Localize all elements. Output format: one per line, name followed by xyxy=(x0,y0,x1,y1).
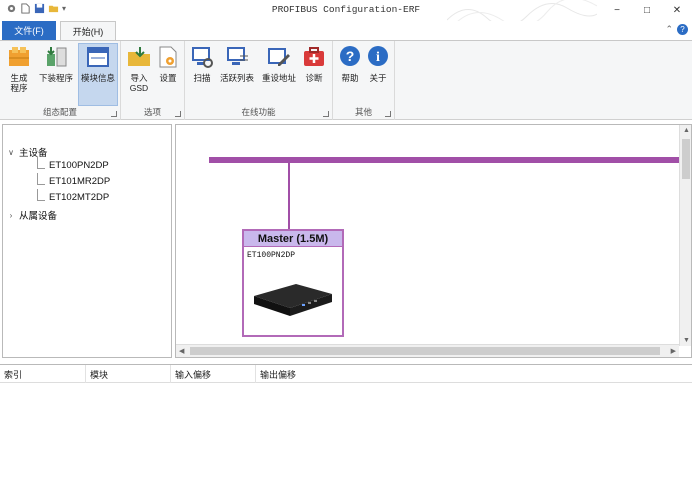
help-circle-icon[interactable]: ? xyxy=(677,24,688,35)
active-list-button[interactable]: 活跃列表 xyxy=(217,44,257,83)
module-info-label: 模块信息 xyxy=(80,73,115,83)
active-list-label: 活跃列表 xyxy=(219,73,254,83)
help-button[interactable]: ? 帮助 xyxy=(337,44,363,83)
group-launcher-other[interactable] xyxy=(385,111,391,117)
profibus-line xyxy=(209,157,679,163)
import-gsd-button[interactable]: 导入 GSD xyxy=(125,44,153,93)
generate-program-button[interactable]: 生成 程序 xyxy=(4,44,34,93)
download-program-icon xyxy=(47,47,67,67)
diagnose-button[interactable]: 诊断 xyxy=(301,44,327,83)
module-info-icon xyxy=(87,47,109,67)
import-gsd-label: 导入 GSD xyxy=(129,73,149,93)
generate-program-icon xyxy=(9,47,29,66)
device-image-icon xyxy=(254,284,332,316)
column-header-module[interactable]: 模块 xyxy=(86,365,171,383)
master-device-box[interactable]: Master (1.5M) ET100PN2DP xyxy=(242,229,344,337)
scroll-left-icon[interactable]: ◀ xyxy=(179,347,184,355)
settings-button[interactable]: 设置 xyxy=(155,44,181,83)
tree-node-slave[interactable]: › 从属设备 xyxy=(7,208,58,223)
device-tree: ∨ 主设备 ET100PN2DP ET101MR2DP ET102MT2DP ›… xyxy=(2,124,172,358)
collapse-chevron-icon[interactable]: › xyxy=(7,211,15,220)
master-device-name: ET100PN2DP xyxy=(247,251,296,260)
download-program-button[interactable]: 下装程序 xyxy=(36,44,76,83)
ribbon: 生成 程序 下装程序 模块信息 组态配置 导入 GSD 设置 选项 扫描 活跃列… xyxy=(0,40,692,120)
about-icon: i xyxy=(368,46,388,66)
module-info-button[interactable]: 模块信息 xyxy=(78,43,118,106)
scan-button[interactable]: 扫描 xyxy=(189,44,215,83)
scroll-right-icon[interactable]: ▶ xyxy=(671,347,676,355)
canvas-vertical-scrollbar[interactable]: ▲ ▼ xyxy=(679,125,691,346)
active-list-icon xyxy=(227,47,248,65)
tab-file[interactable]: 文件(F) xyxy=(2,21,56,40)
network-canvas[interactable]: Master (1.5M) ET100PN2DP ▲ ▼ ◀ ▶ xyxy=(175,124,692,358)
help-icon: ? xyxy=(340,46,360,66)
column-header-input-offset[interactable]: 输入偏移 xyxy=(171,365,256,383)
import-gsd-icon xyxy=(128,47,150,66)
canvas-horizontal-scrollbar[interactable]: ◀ ▶ xyxy=(176,344,679,357)
tree-leaf-label: ET101MR2DP xyxy=(49,176,111,187)
horizontal-scroll-thumb[interactable] xyxy=(190,347,660,355)
reset-address-label: 重设地址 xyxy=(261,73,296,83)
tree-line xyxy=(37,172,45,185)
scroll-up-icon[interactable]: ▲ xyxy=(683,127,690,134)
vertical-scroll-thumb[interactable] xyxy=(682,139,690,179)
column-header-index[interactable]: 索引 xyxy=(0,365,86,383)
diagnose-icon xyxy=(304,47,324,66)
ribbon-tab-row: 文件(F) 开始(H) ⌃ ? xyxy=(0,21,692,41)
tab-start[interactable]: 开始(H) xyxy=(60,21,116,41)
window-title: PROFIBUS Configuration-ERF xyxy=(271,4,421,15)
column-header-output-offset[interactable]: 输出偏移 xyxy=(256,365,341,383)
reset-address-button[interactable]: 重设地址 xyxy=(259,44,299,83)
tree-leaf[interactable]: ET101MR2DP xyxy=(37,172,111,187)
ribbon-collapse-icon[interactable]: ⌃ xyxy=(665,24,673,35)
ribbon-group-options: 导入 GSD 设置 选项 xyxy=(121,41,185,120)
table-header: 索引 模块 输入偏移 输出偏移 xyxy=(0,365,692,383)
scroll-down-icon[interactable]: ▼ xyxy=(683,337,690,344)
bus-drop-line xyxy=(288,163,290,229)
close-button[interactable]: ✕ xyxy=(662,0,692,20)
tree-line xyxy=(37,188,45,201)
about-label: 关于 xyxy=(369,73,387,83)
ribbon-group-online: 扫描 活跃列表 重设地址 诊断 在线功能 xyxy=(185,41,333,120)
tree-leaf[interactable]: ET102MT2DP xyxy=(37,188,110,203)
group-label-online: 在线功能 xyxy=(241,107,276,117)
tree-line xyxy=(37,156,45,169)
group-launcher-online[interactable] xyxy=(323,111,329,117)
help-label: 帮助 xyxy=(341,73,359,83)
group-launcher-config[interactable] xyxy=(111,111,117,117)
module-table: 索引 模块 输入偏移 输出偏移 xyxy=(0,364,692,490)
tree-leaf-label: ET102MT2DP xyxy=(49,192,110,203)
master-title: Master (1.5M) xyxy=(244,231,342,247)
download-program-label: 下装程序 xyxy=(38,73,73,83)
minimize-button[interactable]: − xyxy=(602,0,632,20)
scan-label: 扫描 xyxy=(193,73,211,83)
tree-node-slave-label: 从属设备 xyxy=(19,211,58,222)
maximize-button[interactable]: □ xyxy=(632,0,662,20)
group-launcher-options[interactable] xyxy=(175,111,181,117)
diagnose-label: 诊断 xyxy=(305,73,323,83)
tree-leaf[interactable]: ET100PN2DP xyxy=(37,156,109,171)
title-bar: ▾ PROFIBUS Configuration-ERF − □ ✕ xyxy=(0,0,692,22)
svg-text:?: ? xyxy=(346,48,355,64)
tree-leaf-label: ET100PN2DP xyxy=(49,160,109,171)
settings-label: 设置 xyxy=(159,73,177,83)
scan-icon xyxy=(192,47,213,68)
generate-program-label: 生成 程序 xyxy=(10,73,28,93)
svg-text:i: i xyxy=(376,50,380,65)
ribbon-group-config: 生成 程序 下装程序 模块信息 组态配置 xyxy=(0,41,121,120)
about-button[interactable]: i 关于 xyxy=(365,44,391,83)
settings-icon xyxy=(159,46,177,68)
reset-address-icon xyxy=(268,48,290,66)
expand-chevron-icon[interactable]: ∨ xyxy=(7,148,15,157)
group-label-config: 组态配置 xyxy=(42,107,77,117)
ribbon-group-other: ? 帮助 i 关于 其他 xyxy=(333,41,395,120)
